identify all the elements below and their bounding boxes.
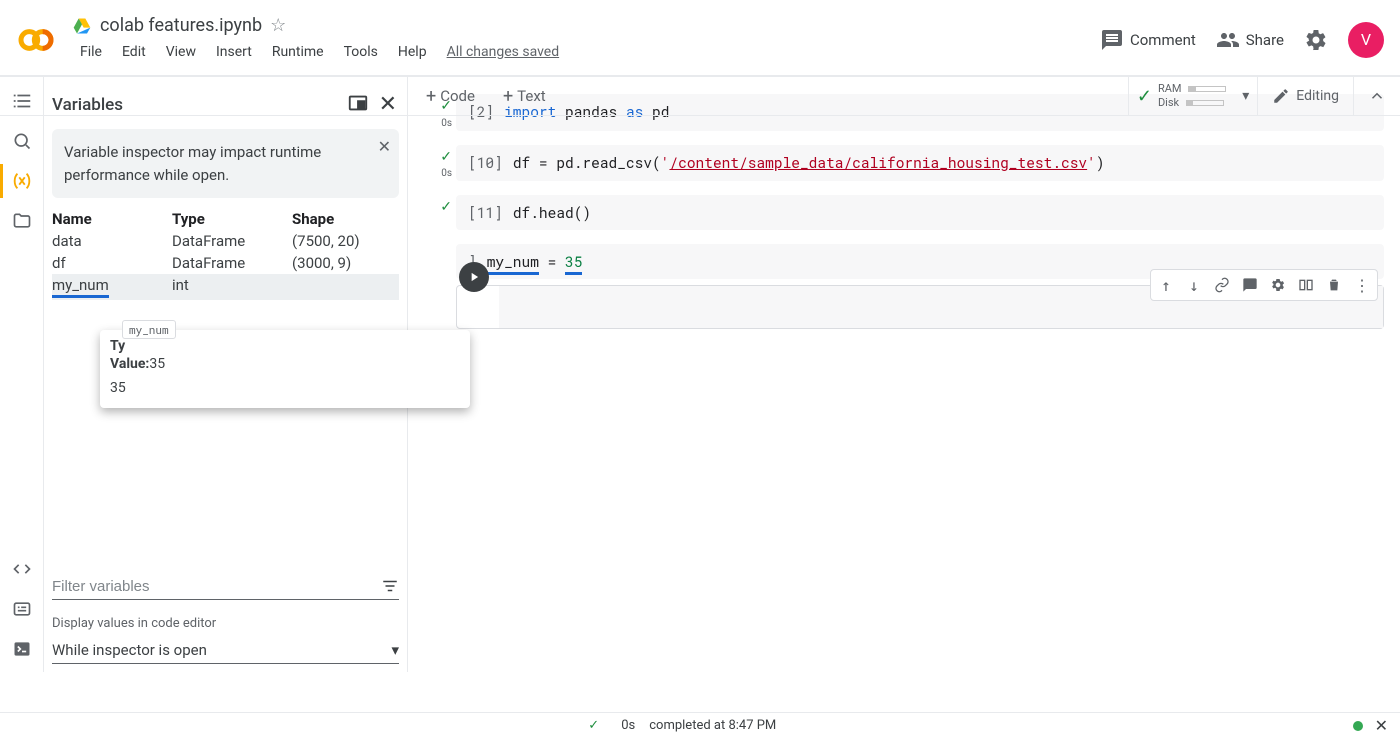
code-content: my_num = 35 [487, 252, 583, 271]
add-text-button[interactable]: +Text [493, 82, 556, 111]
delete-cell-icon[interactable] [1321, 272, 1347, 298]
left-rail [0, 76, 44, 672]
notebook-title[interactable]: colab features.ipynb [100, 15, 262, 36]
menu-edit[interactable]: Edit [114, 40, 154, 64]
comment-cell-icon[interactable] [1237, 272, 1263, 298]
star-icon[interactable]: ☆ [270, 15, 286, 36]
code-cell[interactable]: ✓0s [10] df = pd.read_csv('/content/samp… [424, 145, 1384, 182]
settings-button[interactable] [1304, 28, 1328, 52]
exec-count: [10] [468, 153, 503, 172]
move-up-icon[interactable]: ↑ [1153, 272, 1179, 298]
pencil-icon [1272, 87, 1290, 105]
code-cell[interactable]: ✓ [11] df.head() [424, 195, 1384, 230]
cell-toolbar: ↑ ↓ ⋮ [1150, 269, 1378, 301]
collapse-toolbar-button[interactable] [1353, 77, 1400, 115]
runtime-menu-caret[interactable]: ▾ [1234, 88, 1257, 104]
variable-row[interactable]: df DataFrame (3000, 9) [52, 252, 399, 274]
variable-row[interactable]: data DataFrame (7500, 20) [52, 230, 399, 252]
menu-file[interactable]: File [72, 40, 110, 64]
move-down-icon[interactable]: ↓ [1181, 272, 1207, 298]
disk-bar [1186, 100, 1224, 106]
header: colab features.ipynb ☆ File Edit View In… [0, 0, 1400, 76]
check-icon: ✓ [588, 718, 599, 733]
gear-icon [1304, 28, 1328, 52]
avatar[interactable]: V [1348, 22, 1384, 58]
chevron-down-icon: ▾ [391, 641, 399, 659]
run-cell-button[interactable] [459, 262, 489, 292]
command-palette-icon[interactable] [11, 598, 33, 620]
menu-insert[interactable]: Insert [208, 40, 260, 64]
code-snippets-icon[interactable] [11, 558, 33, 580]
mirror-cell-icon[interactable] [1293, 272, 1319, 298]
tooltip-chip: my_num [122, 320, 176, 339]
filter-variables-field[interactable] [52, 573, 399, 600]
variable-tooltip: my_num Ty Value:35 35 [100, 330, 470, 408]
warning-box: Variable inspector may impact runtime pe… [52, 129, 399, 198]
menu-runtime[interactable]: Runtime [264, 40, 332, 64]
colab-logo-icon [16, 20, 56, 60]
add-code-button[interactable]: +Code [416, 82, 485, 111]
comment-icon [1100, 28, 1124, 52]
editing-mode-button[interactable]: Editing [1257, 77, 1353, 115]
comment-button[interactable]: Comment [1100, 28, 1196, 52]
close-warning-icon[interactable]: ✕ [378, 135, 391, 159]
variable-row[interactable]: my_num int [52, 274, 399, 300]
share-button[interactable]: Share [1216, 28, 1284, 52]
menubar: File Edit View Insert Runtime Tools Help… [72, 40, 1100, 64]
variables-header-row: Name Type Shape [52, 208, 399, 230]
share-icon [1216, 28, 1240, 52]
more-icon[interactable]: ⋮ [1349, 272, 1375, 298]
display-values-label: Display values in code editor [52, 616, 399, 631]
link-icon[interactable] [1209, 272, 1235, 298]
filter-icon[interactable] [381, 577, 399, 595]
code-content: df.head() [513, 203, 591, 222]
check-icon: ✓ [440, 199, 452, 215]
code-cell-active[interactable]: ↑ ↓ ⋮ [424, 285, 1384, 329]
save-status[interactable]: All changes saved [447, 44, 560, 60]
search-icon[interactable] [11, 130, 33, 152]
menu-tools[interactable]: Tools [336, 40, 386, 64]
check-icon: ✓ [440, 149, 452, 165]
ram-bar [1188, 86, 1226, 92]
check-icon: ✓ [1137, 86, 1152, 107]
cell-settings-icon[interactable] [1265, 272, 1291, 298]
status-bar: ✓ 0s completed at 8:47 PM ✕ [0, 712, 1400, 738]
connection-status-icon [1353, 721, 1363, 731]
filter-input[interactable] [52, 578, 381, 595]
close-status-icon[interactable]: ✕ [1375, 716, 1388, 735]
exec-count: [11] [468, 203, 503, 222]
terminal-icon[interactable] [11, 638, 33, 660]
drive-icon [72, 16, 92, 36]
menu-help[interactable]: Help [390, 40, 435, 64]
code-content: df = pd.read_csv('/content/sample_data/c… [513, 153, 1105, 172]
menu-view[interactable]: View [158, 40, 204, 64]
files-icon[interactable] [11, 210, 33, 232]
runtime-status[interactable]: ✓ RAM Disk [1128, 77, 1234, 115]
display-values-select[interactable]: While inspector is open ▾ [52, 637, 399, 664]
variables-icon[interactable] [11, 170, 33, 192]
notebook-area: ✓0s [2] import pandas as pd ✓0s [10] df … [408, 76, 1400, 672]
